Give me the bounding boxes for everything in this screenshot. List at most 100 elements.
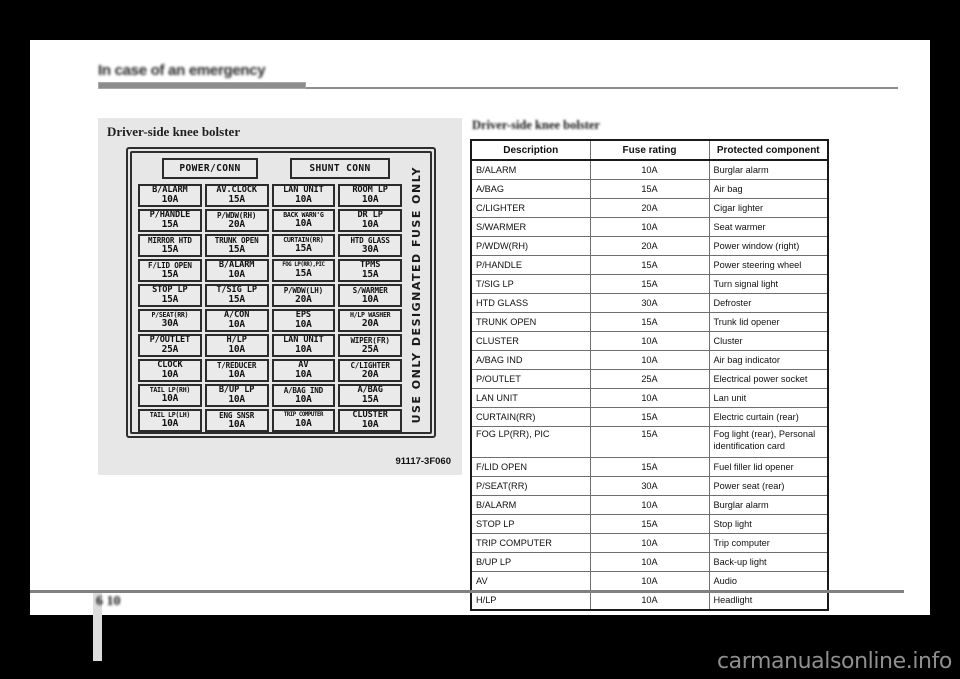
cell-description: C/LIGHTER [470, 198, 591, 218]
fuse-rating: 15A [228, 194, 245, 206]
fuse-rating: 20A [295, 293, 312, 305]
cell-description: A/BAG [470, 179, 591, 199]
cell-fuse-rating: 15A [589, 274, 710, 294]
fuse-rating: 15A [228, 294, 245, 306]
connector-shunt-conn: SHUNT CONN [290, 158, 390, 179]
column-header-fuse-rating: Fuse rating [589, 139, 710, 161]
cell-fuse-rating: 15A [589, 312, 710, 332]
column-header-protected-component: Protected component [708, 139, 829, 161]
cell-protected-component: Fuel filler lid opener [708, 457, 829, 477]
table-row: S/WARMER 10A Seat warmer [470, 217, 829, 237]
fusebox-inner-frame: POWER/CONN SHUNT CONN B/ALARM 10A AV.CLOCK… [130, 151, 432, 434]
table-row: CURTAIN(RR) 15A Electric curtain (rear) [470, 407, 829, 427]
cell-fuse-rating: 10A [589, 495, 710, 515]
fusebox-diagram: POWER/CONN SHUNT CONN B/ALARM 10A AV.CLOCK… [126, 147, 436, 438]
fuse-cell: P/WDW(RH) 20A [204, 209, 269, 232]
cell-fuse-rating: 30A [589, 476, 710, 496]
cell-fuse-rating: 25A [589, 369, 710, 389]
fuse-cell: TRUNK OPEN 15A [204, 234, 269, 257]
fuse-cell: DR LP 10A [338, 209, 402, 232]
fuse-cell: A/BAG IND 10A [271, 384, 336, 407]
cell-description: CURTAIN(RR) [470, 407, 591, 427]
fuse-cell: H/LP 10A [204, 334, 269, 357]
fuse-rating: 10A [295, 319, 312, 331]
fuse-cell: CLOCK 10A [138, 359, 202, 382]
cell-fuse-rating: 10A [589, 571, 710, 591]
table-row: P/SEAT(RR) 30A Power seat (rear) [470, 476, 829, 496]
cell-description: STOP LP [470, 514, 591, 534]
table-row: T/SIG LP 15A Turn signal light [470, 274, 829, 294]
cell-description: F/LID OPEN [470, 457, 591, 477]
table-row: P/WDW(RH) 20A Power window (right) [470, 236, 829, 256]
fuse-rating: 15A [161, 219, 179, 231]
fuse-cell: MIRROR HTD 15A [138, 234, 202, 257]
connector-power-conn: POWER/CONN [162, 158, 258, 179]
fuse-cell: HTD GLASS 30A [338, 234, 402, 257]
fuse-rating: 10A [361, 219, 379, 231]
table-row: B/ALARM 10A Burglar alarm [470, 159, 829, 180]
fuse-cell: P/SEAT(RR) 30A [138, 309, 202, 332]
fuse-cell: A/CON 10A [204, 309, 269, 332]
cell-protected-component: Cigar lighter [708, 198, 829, 218]
fusebox-figure-panel: Driver-side knee bolster POWER/CONN SHUN… [98, 118, 462, 475]
table-row: TRIP COMPUTER 10A Trip computer [470, 533, 829, 553]
chapter-header-rule [306, 87, 898, 89]
fuse-cell: H/LP WASHER 20A [338, 309, 402, 332]
table-row: C/LIGHTER 20A Cigar lighter [470, 198, 829, 218]
fuse-rating: 10A [228, 269, 245, 281]
fuse-rating: 30A [361, 243, 379, 255]
table-header-row: Description Fuse rating Protected compon… [470, 139, 829, 161]
cell-protected-component: Power seat (rear) [708, 476, 829, 496]
cell-protected-component: Back-up light [708, 552, 829, 572]
table-title: Driver-side knee bolster [472, 118, 600, 132]
cell-description: TRIP COMPUTER [470, 533, 591, 553]
table-row: H/LP 10A Headlight [470, 590, 829, 611]
fuse-cell: STOP LP 15A [138, 284, 202, 307]
cell-fuse-rating: 20A [589, 236, 710, 256]
fuse-cell: AV 10A [271, 359, 336, 382]
fuse-rating: 10A [295, 218, 312, 230]
cell-description: FOG LP(RR), PIC [470, 426, 591, 458]
fuse-cell: B/ALARM 10A [204, 259, 269, 282]
cell-fuse-rating: 10A [589, 217, 710, 237]
manual-page-sheet: In case of an emergency Driver-side knee… [30, 40, 930, 615]
connector-row: POWER/CONN SHUNT CONN [138, 158, 402, 179]
cell-protected-component: Trunk lid opener [708, 312, 829, 332]
cell-protected-component: Burglar alarm [708, 159, 829, 180]
cell-protected-component: Fog light (rear), Personal identificatio… [708, 426, 829, 458]
cell-description: CLUSTER [470, 331, 591, 351]
chapter-title-underline [98, 82, 306, 89]
fuse-cell: C/LIGHTER 20A [338, 359, 402, 382]
cell-description: P/WDW(RH) [470, 236, 591, 256]
fuse-rating: 10A [161, 369, 179, 381]
fuse-rating: 15A [161, 243, 179, 255]
fuse-cell: ROOM LP 10A [338, 184, 402, 207]
table-row: AV 10A Audio [470, 571, 829, 591]
fuse-rating: 10A [161, 418, 179, 430]
fuse-rating: 10A [228, 418, 245, 430]
fuse-cell: TPMS 15A [338, 259, 402, 282]
cell-fuse-rating: 15A [589, 514, 710, 534]
fuse-cell: BACK WARN'G 10A [271, 209, 336, 232]
cell-protected-component: Turn signal light [708, 274, 829, 294]
cell-description: B/UP LP [470, 552, 591, 572]
figure-title: Driver-side knee bolster [107, 124, 241, 139]
footer-rule [30, 590, 904, 593]
chapter-title: In case of an emergency [98, 62, 266, 79]
fuse-cell: CLUSTER 10A [338, 409, 402, 432]
fuse-rating: 10A [361, 194, 379, 206]
page-number: 6 10 [96, 594, 121, 609]
cell-protected-component: Seat warmer [708, 217, 829, 237]
cell-description: P/SEAT(RR) [470, 476, 591, 496]
cell-description: P/OUTLET [470, 369, 591, 389]
cell-protected-component: Electric curtain (rear) [708, 407, 829, 427]
table-row: STOP LP 15A Stop light [470, 514, 829, 534]
fuse-cell: B/ALARM 10A [138, 184, 202, 207]
right-column: Driver-side knee bolster Description Fus… [470, 118, 870, 611]
left-column: Driver-side knee bolster POWER/CONN SHUN… [98, 118, 463, 475]
fuse-cell: A/BAG 15A [338, 384, 402, 407]
cell-protected-component: Power steering wheel [708, 255, 829, 275]
fuse-rating: 20A [361, 368, 379, 380]
fuse-rating: 20A [361, 318, 379, 330]
fuse-rating: 25A [161, 344, 179, 356]
